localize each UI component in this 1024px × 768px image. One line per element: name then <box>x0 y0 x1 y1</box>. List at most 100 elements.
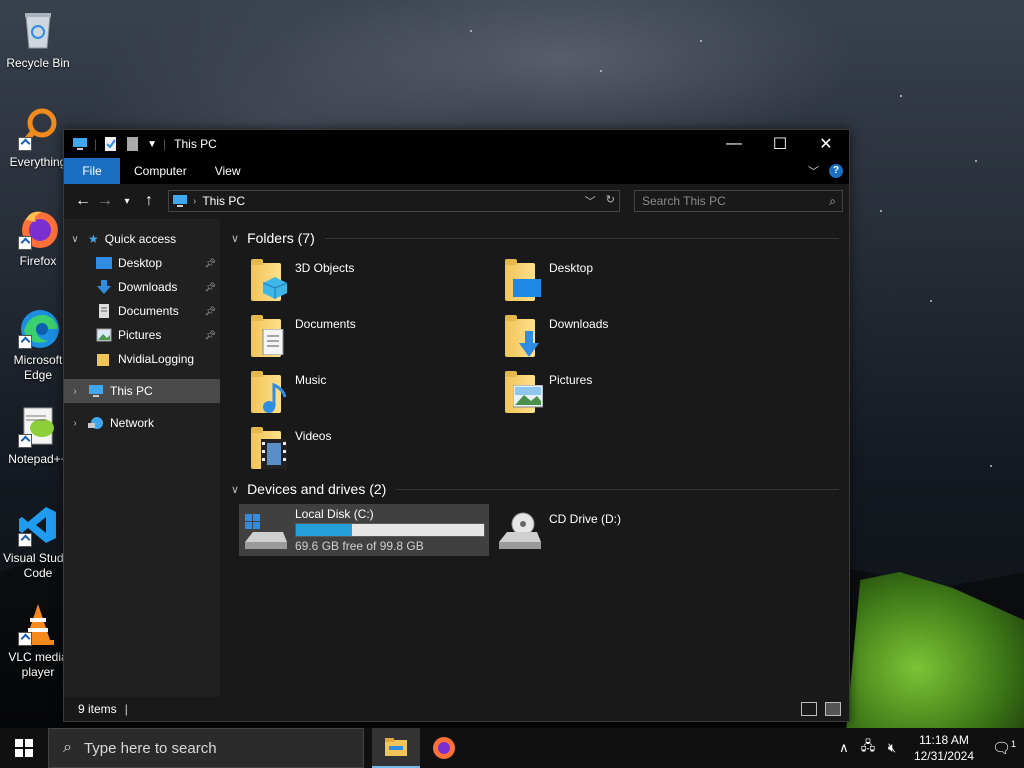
collapse-chevron-icon[interactable]: ∨ <box>231 232 239 245</box>
drive-usage-fill <box>296 524 353 536</box>
status-bar: 9 items | <box>64 697 849 721</box>
nav-item-pictures[interactable]: Pictures 📌︎ <box>64 323 220 347</box>
folder-music[interactable]: Music <box>249 369 489 421</box>
new-folder-icon[interactable] <box>125 137 141 151</box>
desktop-icon-recycle-bin[interactable]: Recycle Bin <box>2 8 74 71</box>
nav-item-documents[interactable]: Documents 📌︎ <box>64 299 220 323</box>
nav-label: This PC <box>110 384 153 398</box>
computer-icon <box>73 138 87 150</box>
toolbar-divider: | <box>163 137 167 151</box>
address-row: ← → ▾ ↑ › This PC ﹀ ↻ Search This PC ⌕ <box>64 184 849 218</box>
address-text: This PC <box>202 194 246 208</box>
notification-center-button[interactable]: 🗨︎1 <box>984 739 1024 757</box>
details-view-icon[interactable] <box>801 702 817 716</box>
vscode-icon <box>16 503 60 547</box>
desktop-icon-label: Recycle Bin <box>6 56 70 70</box>
file-explorer-window: | ▼ | This PC — ☐ ✕ File Computer View ﹀… <box>63 129 850 722</box>
document-icon <box>99 304 109 318</box>
nav-item-downloads[interactable]: Downloads 📌︎ <box>64 275 220 299</box>
pictures-folder-icon <box>503 369 543 415</box>
everything-magnifier-icon <box>16 107 60 151</box>
expand-ribbon-chevron-icon[interactable]: ﹀ <box>808 163 819 179</box>
network-icon[interactable]: 🖧︎ <box>856 737 880 759</box>
toolbar-divider: | <box>94 137 98 151</box>
system-tray: ∧ 🖧︎ 🔇︎ 11:18 AM 12/31/2024 🗨︎1 <box>832 728 1024 768</box>
vlc-cone-icon <box>16 602 60 646</box>
folder-downloads[interactable]: Downloads <box>503 313 743 365</box>
close-button[interactable]: ✕ <box>803 130 849 158</box>
3d-objects-folder-icon <box>249 257 289 303</box>
maximize-button[interactable]: ☐ <box>757 130 803 158</box>
tab-file[interactable]: File <box>64 158 120 184</box>
taskbar-firefox[interactable] <box>420 728 468 768</box>
edge-icon <box>16 305 60 349</box>
recent-locations-chevron-icon[interactable]: ▾ <box>116 196 138 207</box>
nav-item-desktop[interactable]: Desktop 📌︎ <box>64 251 220 275</box>
desktop-folder-icon <box>96 257 112 269</box>
firefox-icon <box>16 206 60 250</box>
pin-icon[interactable]: 📌︎ <box>205 330 216 341</box>
drive-local-disk-c[interactable]: Local Disk (C:) 69.6 GB free of 99.8 GB <box>239 504 489 556</box>
pin-icon[interactable]: 📌︎ <box>205 282 216 293</box>
quick-access-toolbar: | ▼ | <box>64 137 166 151</box>
downloads-folder-icon <box>503 313 543 359</box>
refresh-icon[interactable]: ↻ <box>606 193 615 209</box>
forward-arrow-icon[interactable]: → <box>94 192 116 210</box>
pin-icon[interactable]: 📌︎ <box>205 258 216 269</box>
taskbar-search-input[interactable]: ⌕ Type here to search <box>48 728 364 768</box>
collapse-chevron-icon[interactable]: ∨ <box>231 483 239 496</box>
tab-view[interactable]: View <box>201 158 255 184</box>
windows-logo-icon <box>15 739 33 757</box>
pin-icon[interactable]: 📌︎ <box>205 306 216 317</box>
taskbar-file-explorer[interactable] <box>372 728 420 768</box>
expand-caret-icon[interactable]: › <box>68 418 82 429</box>
show-hidden-icons-chevron-icon[interactable]: ∧ <box>832 740 856 756</box>
folder-documents[interactable]: Documents <box>249 313 489 365</box>
section-title: Devices and drives (2) <box>247 481 387 497</box>
nav-network[interactable]: › Network <box>64 411 220 435</box>
folder-3d-objects[interactable]: 3D Objects <box>249 257 489 309</box>
minimize-button[interactable]: — <box>711 130 757 158</box>
nav-quick-access[interactable]: ∨ ★ Quick access <box>64 227 220 251</box>
nav-this-pc[interactable]: › This PC <box>64 379 220 403</box>
search-icon: ⌕ <box>63 739 72 756</box>
tab-computer[interactable]: Computer <box>120 158 201 184</box>
title-bar[interactable]: | ▼ | This PC — ☐ ✕ <box>64 130 849 158</box>
local-disk-windows-icon <box>239 504 289 556</box>
volume-muted-icon[interactable]: 🔇︎ <box>880 740 904 756</box>
notification-icon: 🗨︎ <box>991 740 1012 757</box>
computer-icon <box>173 195 187 207</box>
folder-label: Pictures <box>549 373 593 387</box>
large-icons-view-icon[interactable] <box>825 702 841 716</box>
start-button[interactable] <box>0 728 48 768</box>
expand-caret-icon[interactable]: ∨ <box>68 234 82 245</box>
folder-icon <box>97 354 109 366</box>
clock[interactable]: 11:18 AM 12/31/2024 <box>904 732 984 764</box>
taskbar: ⌕ Type here to search ∧ 🖧︎ 🔇︎ 11:18 AM 1… <box>0 728 1024 768</box>
nav-item-nvidialogging[interactable]: NvidiaLogging <box>64 347 220 371</box>
folder-pictures[interactable]: Pictures <box>503 369 743 421</box>
back-arrow-icon[interactable]: ← <box>72 192 94 210</box>
clock-time: 11:18 AM <box>919 733 969 747</box>
documents-folder-icon <box>249 313 289 359</box>
content-pane: ∨ Folders (7) 3D Objects Desktop Documen… <box>221 219 849 697</box>
properties-icon[interactable] <box>103 137 119 151</box>
nav-label: Network <box>110 416 155 430</box>
drive-cd-d[interactable]: CD Drive (D:) <box>493 504 693 556</box>
help-icon[interactable]: ? <box>829 164 843 178</box>
folder-videos[interactable]: Videos <box>249 425 489 477</box>
up-arrow-icon[interactable]: ↑ <box>138 192 160 210</box>
folder-desktop[interactable]: Desktop <box>503 257 743 309</box>
search-input[interactable]: Search This PC ⌕ <box>634 190 843 212</box>
folders-section-header[interactable]: ∨ Folders (7) <box>221 225 849 251</box>
folder-label: Videos <box>295 429 332 443</box>
drives-section-header[interactable]: ∨ Devices and drives (2) <box>221 476 849 502</box>
customize-toolbar-chevron-icon[interactable]: ▼ <box>147 139 157 150</box>
music-folder-icon <box>249 369 289 415</box>
file-explorer-icon <box>385 738 407 756</box>
address-dropdown-chevron-icon[interactable]: ﹀ <box>585 193 596 209</box>
expand-caret-icon[interactable]: › <box>68 386 82 397</box>
address-bar[interactable]: › This PC ﹀ ↻ <box>168 190 620 212</box>
status-divider: | <box>124 702 128 716</box>
drive-free-space: 69.6 GB free of 99.8 GB <box>295 539 424 553</box>
